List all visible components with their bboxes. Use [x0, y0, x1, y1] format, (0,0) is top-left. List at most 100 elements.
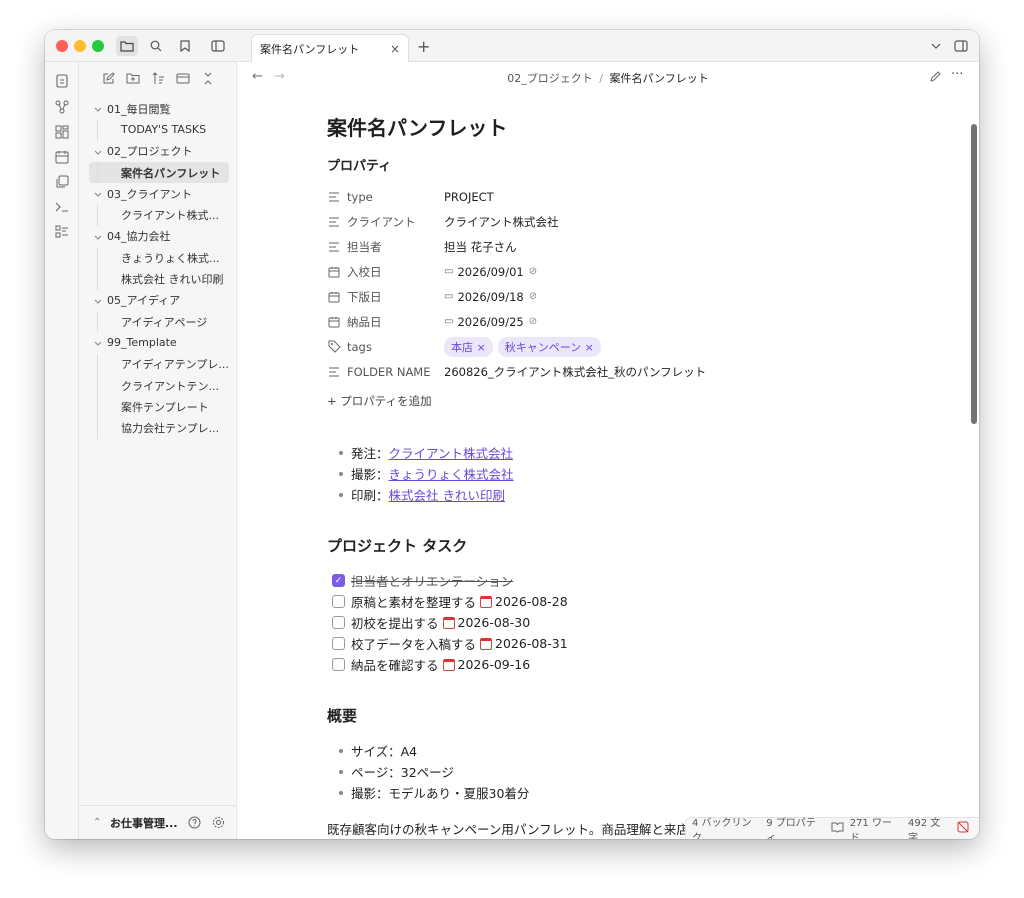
task-text[interactable]: 担当者とオリエンテーション	[351, 571, 513, 590]
folder-item[interactable]: 05_アイディア	[79, 290, 237, 311]
date-picker-icon[interactable]: ▭	[444, 266, 453, 277]
new-tab-button[interactable]: +	[417, 37, 430, 56]
tab-active-note[interactable]: 案件名パンフレット ×	[251, 34, 409, 62]
file-item[interactable]: アイディアテンプレ...	[79, 353, 237, 375]
chevron-down-icon[interactable]	[94, 296, 102, 304]
new-folder-icon[interactable]	[125, 70, 141, 86]
collapse-all-icon[interactable]	[175, 70, 191, 86]
chevron-down-icon[interactable]	[94, 232, 102, 240]
task-checkbox[interactable]	[332, 616, 345, 629]
property-date-1[interactable]: 入校日 ▭ 2026/09/01 ⊘	[327, 259, 887, 284]
property-client[interactable]: クライアント クライアント株式会社	[327, 209, 887, 234]
property-value[interactable]: クライアント株式会社	[444, 214, 559, 230]
link-icon[interactable]: ⊘	[529, 291, 537, 302]
file-item[interactable]: 案件テンプレート	[79, 396, 237, 418]
zoom-window-button[interactable]	[92, 40, 104, 52]
property-folder-name[interactable]: FOLDER NAME 260826_クライアント株式会社_秋のパンフレット	[327, 359, 887, 384]
breadcrumb-folder[interactable]: 02_プロジェクト	[507, 72, 593, 85]
task-text[interactable]: 初校を提出する	[351, 613, 439, 632]
toggle-right-sidebar-icon[interactable]	[950, 36, 972, 56]
property-value[interactable]: ▭ 2026/09/18 ⊘	[444, 290, 537, 304]
settings-gear-icon[interactable]	[212, 816, 225, 832]
date-picker-icon[interactable]: ▭	[444, 316, 453, 327]
folder-item[interactable]: 02_プロジェクト	[79, 141, 237, 162]
date-picker-icon[interactable]: ▭	[444, 291, 453, 302]
note-title[interactable]: 案件名パンフレット	[327, 112, 887, 141]
bases-icon[interactable]	[53, 223, 71, 241]
property-type[interactable]: type PROJECT	[327, 184, 887, 209]
graph-view-icon[interactable]	[53, 98, 71, 116]
tab-close-icon[interactable]: ×	[388, 42, 402, 56]
tag-pill[interactable]: 本店 ×	[444, 336, 493, 357]
search-icon[interactable]	[145, 36, 167, 56]
property-date-2[interactable]: 下版日 ▭ 2026/09/18 ⊘	[327, 284, 887, 309]
reading-icon[interactable]	[831, 822, 844, 836]
properties-count[interactable]: 9 プロパティ	[766, 814, 820, 840]
scrollbar[interactable]	[971, 124, 977, 424]
file-item[interactable]: 協力会社テンプレ...	[79, 417, 237, 439]
add-property-button[interactable]: + プロパティを追加	[327, 390, 887, 412]
property-person[interactable]: 担当者 担当 花子さん	[327, 234, 887, 259]
property-value[interactable]: ▭ 2026/09/01 ⊘	[444, 265, 537, 279]
task-text[interactable]: 原稿と素材を整理する	[351, 592, 476, 611]
folder-item[interactable]: 03_クライアント	[79, 183, 237, 204]
property-date-3[interactable]: 納品日 ▭ 2026/09/25 ⊘	[327, 309, 887, 334]
chevron-down-icon[interactable]	[94, 189, 102, 197]
more-options-icon[interactable]: ···	[951, 67, 963, 82]
file-item[interactable]: クライアント株式...	[79, 204, 237, 226]
command-palette-icon[interactable]	[53, 198, 71, 216]
close-window-button[interactable]	[56, 40, 68, 52]
task-text[interactable]: 校了データを入稿する	[351, 634, 476, 653]
daily-note-icon[interactable]	[53, 72, 71, 90]
note-content[interactable]: 案件名パンフレット プロパティ type PROJECT クライアント クライア…	[327, 112, 887, 838]
templates-icon[interactable]	[53, 173, 71, 191]
backlinks-count[interactable]: 4 バックリンク	[692, 814, 756, 840]
canvas-icon[interactable]	[53, 123, 71, 141]
file-item[interactable]: アイディアページ	[79, 310, 237, 333]
task-checkbox[interactable]	[332, 595, 345, 608]
property-value[interactable]: 本店 × 秋キャンペーン ×	[444, 336, 606, 357]
folder-item[interactable]: 04_協力会社	[79, 226, 237, 247]
calendar-icon[interactable]	[53, 148, 71, 166]
property-value[interactable]: 260826_クライアント株式会社_秋のパンフレット	[444, 364, 706, 380]
sort-icon[interactable]	[150, 70, 166, 86]
editor-pane: ← → 02_プロジェクト / 案件名パンフレット ··· 案件名パンフレット …	[237, 62, 979, 839]
help-icon[interactable]	[188, 816, 201, 832]
internal-link[interactable]: 株式会社 きれい印刷	[389, 485, 505, 504]
bookmark-icon[interactable]	[174, 36, 196, 56]
file-item[interactable]: TODAY'S TASKS	[79, 119, 237, 141]
chevron-down-icon[interactable]	[94, 338, 102, 346]
task-text[interactable]: 納品を確認する	[351, 655, 439, 674]
chevron-down-icon[interactable]	[925, 36, 947, 56]
task-checkbox[interactable]	[332, 658, 345, 671]
folder-item[interactable]: 99_Template	[79, 332, 237, 353]
expand-collapse-icon[interactable]	[200, 70, 216, 86]
file-item[interactable]: 株式会社 きれい印刷	[79, 268, 237, 290]
link-icon[interactable]: ⊘	[529, 316, 537, 327]
property-tags[interactable]: tags 本店 × 秋キャンペーン ×	[327, 334, 887, 359]
task-checkbox[interactable]	[332, 637, 345, 650]
internal-link[interactable]: きょうりょく株式会社	[389, 464, 514, 483]
file-item-active[interactable]: 案件名パンフレット	[89, 161, 229, 184]
tag-pill[interactable]: 秋キャンペーン ×	[497, 336, 601, 357]
sync-off-icon[interactable]	[957, 821, 969, 836]
breadcrumb-current[interactable]: 案件名パンフレット	[609, 72, 708, 85]
link-icon[interactable]: ⊘	[529, 266, 537, 277]
property-value[interactable]: 担当 花子さん	[444, 239, 517, 255]
minimize-window-button[interactable]	[74, 40, 86, 52]
vault-switcher[interactable]: ⌃ お仕事管理...	[79, 805, 237, 839]
tree-guide-line	[97, 247, 98, 269]
file-item[interactable]: きょうりょく株式...	[79, 247, 237, 269]
chevron-down-icon[interactable]	[94, 147, 102, 155]
file-explorer-icon[interactable]	[116, 36, 138, 56]
task-checkbox[interactable]: ✓	[332, 574, 345, 587]
internal-link[interactable]: クライアント株式会社	[389, 443, 514, 462]
property-value[interactable]: ▭ 2026/09/25 ⊘	[444, 315, 537, 329]
folder-item[interactable]: 01_毎日閲覧	[79, 98, 237, 119]
property-value[interactable]: PROJECT	[444, 190, 494, 204]
file-item[interactable]: クライアントテン...	[79, 374, 237, 397]
chevron-down-icon[interactable]	[94, 104, 102, 112]
toggle-sidebar-icon[interactable]	[207, 36, 229, 56]
new-note-icon[interactable]	[100, 70, 116, 86]
edit-mode-icon[interactable]	[930, 70, 942, 85]
